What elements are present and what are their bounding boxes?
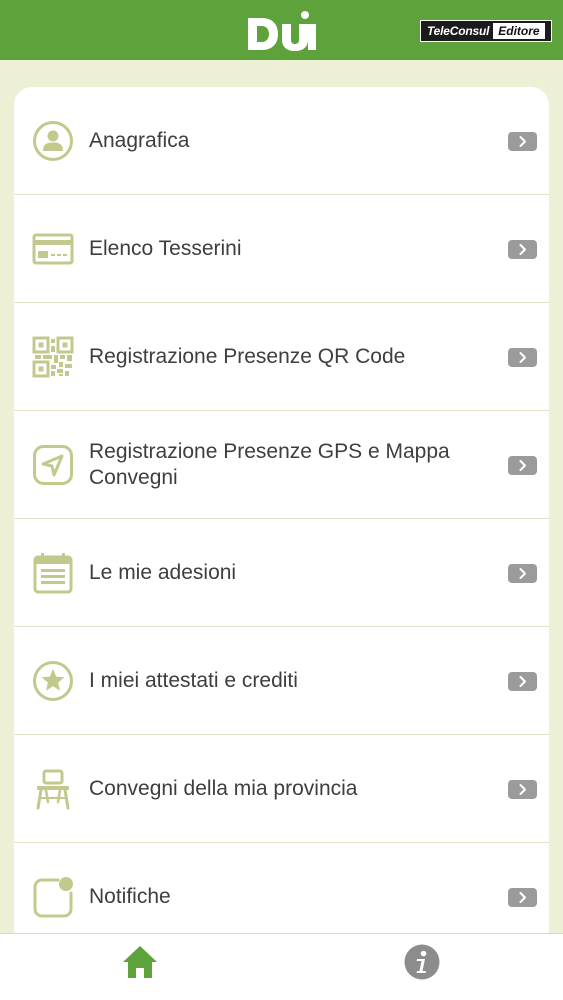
menu-item-label: Convegni della mia provincia	[89, 777, 358, 800]
publisher-name: TeleConsul	[427, 24, 490, 38]
tab-info[interactable]	[402, 942, 442, 982]
chevron-right-icon	[508, 240, 537, 259]
menu-item-elenco-tesserini[interactable]: Elenco Tesserini	[14, 195, 549, 303]
star-badge-icon	[32, 660, 74, 702]
menu-item-convegni-provincia[interactable]: Convegni della mia provincia	[14, 735, 549, 843]
du-logo	[248, 11, 316, 51]
menu-item-label: Elenco Tesserini	[89, 237, 242, 260]
menu-item-label: Notifiche	[89, 885, 171, 908]
menu-item-label: Anagrafica	[89, 129, 190, 152]
chevron-right-icon	[508, 132, 537, 151]
bottom-tab-bar	[0, 933, 563, 1000]
menu-item-label: Le mie adesioni	[89, 561, 237, 584]
app-header: TeleConsul Editore	[0, 0, 563, 60]
menu-item-label: I miei attestati e crediti	[89, 669, 298, 692]
chevron-right-icon	[508, 780, 537, 799]
chevron-right-icon	[508, 888, 537, 907]
menu-item-gps-map[interactable]: Registrazione Presenze GPS e Mappa Conve…	[14, 411, 549, 519]
menu-item-adesioni[interactable]: Le mie adesioni	[14, 519, 549, 627]
publisher-role: Editore	[493, 23, 545, 39]
info-icon	[404, 944, 440, 980]
tab-home[interactable]	[120, 942, 160, 982]
chevron-right-icon	[508, 456, 537, 475]
chevron-right-icon	[508, 348, 537, 367]
home-icon	[123, 946, 157, 978]
menu-item-label: Registrazione Presenze QR Code	[89, 345, 406, 368]
menu-card: Anagrafica Elenco Tesserini Registrazion…	[14, 87, 549, 947]
user-icon	[32, 120, 74, 162]
menu-item-anagrafica[interactable]: Anagrafica	[14, 87, 549, 195]
menu-item-notifiche[interactable]: Notifiche	[14, 843, 549, 947]
menu-item-qr-code[interactable]: Registrazione Presenze QR Code	[14, 303, 549, 411]
publisher-badge: TeleConsul Editore	[420, 20, 552, 42]
navigation-arrow-icon	[32, 444, 74, 486]
notification-icon	[32, 876, 74, 918]
chair-icon	[32, 768, 74, 810]
chevron-right-icon	[508, 672, 537, 691]
chevron-right-icon	[508, 564, 537, 583]
card-icon	[32, 228, 74, 270]
menu-item-label: Registrazione Presenze GPS e Mappa Conve…	[89, 440, 450, 489]
qr-code-icon	[32, 336, 74, 378]
menu-item-attestati[interactable]: I miei attestati e crediti	[14, 627, 549, 735]
calendar-list-icon	[32, 552, 74, 594]
